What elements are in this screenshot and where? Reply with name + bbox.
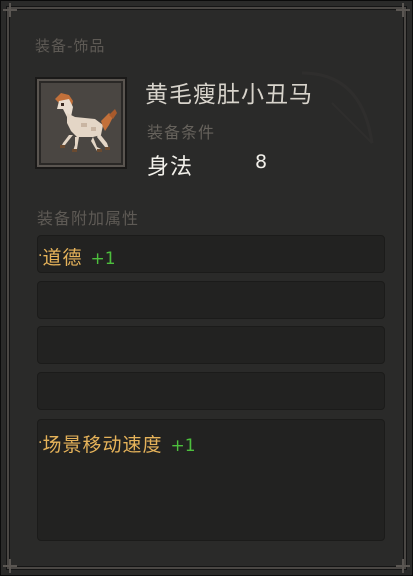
horse-icon	[41, 83, 121, 163]
frame-corner-ornament	[396, 559, 410, 573]
requirement-value: 8	[255, 151, 268, 173]
attribute-slot-empty	[37, 281, 385, 319]
requirement-label: 装备条件	[147, 123, 216, 142]
attribute-bonus: +1	[90, 249, 116, 269]
frame-corner-ornament	[396, 3, 410, 17]
frame-corner-ornament	[3, 3, 17, 17]
requirement-stat: 身法	[147, 155, 194, 180]
attributes-header: 装备附加属性	[37, 209, 140, 228]
attribute-slot-empty	[37, 372, 385, 410]
frame-corner-ornament	[3, 559, 17, 573]
item-tooltip: 装备-饰品 黄毛瘦肚小丑马 装备条件 身法 8 装备附加属性 ·道德 +1 ·场…	[0, 0, 413, 576]
attribute-name: 道德	[42, 247, 83, 269]
item-category: 装备-饰品	[35, 37, 106, 55]
attribute-slot: ·场景移动速度 +1	[37, 419, 385, 541]
item-name: 黄毛瘦肚小丑马	[145, 82, 313, 108]
attribute-slot-empty	[37, 326, 385, 364]
attribute-name: 场景移动速度	[42, 434, 163, 456]
attribute-bonus: +1	[170, 436, 196, 456]
item-icon-slot[interactable]	[35, 77, 127, 169]
attribute-slot: ·道德 +1	[37, 235, 385, 273]
